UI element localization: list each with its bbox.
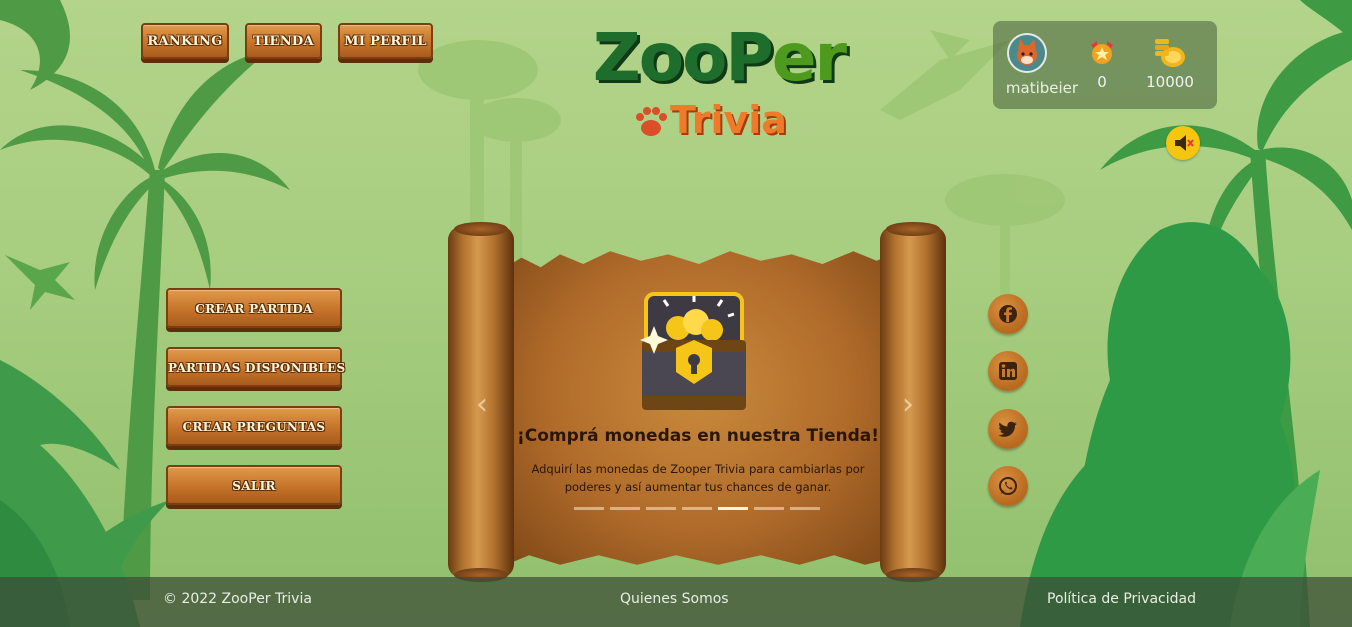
- mi-perfil-button[interactable]: MI PERFIL: [338, 23, 433, 59]
- fox-avatar-icon: [1017, 39, 1037, 65]
- salir-button[interactable]: SALIR: [166, 465, 342, 505]
- whatsapp-icon: [999, 477, 1017, 495]
- logo-title: ZooPer: [578, 18, 860, 98]
- treasure-chest-icon: [640, 292, 746, 410]
- indicator-6[interactable]: [754, 507, 784, 510]
- ranking-button[interactable]: RANKING: [141, 23, 229, 59]
- footer: © 2022 ZooPer Trivia Quienes Somos Polít…: [0, 577, 1352, 627]
- slide-title: ¡Comprá monedas en nuestra Tienda!: [516, 426, 880, 446]
- tienda-button[interactable]: TIENDA: [245, 23, 322, 59]
- crear-partida-button[interactable]: CREAR PARTIDA: [166, 288, 342, 328]
- avatar[interactable]: [1007, 33, 1047, 73]
- user-panel: matibeier 0 10000: [993, 21, 1217, 109]
- speaker-muted-icon: [1175, 135, 1194, 151]
- crear-preguntas-button[interactable]: CREAR PREGUNTAS: [166, 406, 342, 446]
- logo-subtitle: Trivia: [670, 98, 787, 142]
- paw-icon: [636, 107, 667, 136]
- indicator-2[interactable]: [610, 507, 640, 510]
- indicator-5[interactable]: [718, 507, 748, 510]
- linkedin-button[interactable]: [988, 351, 1028, 391]
- trophy-count: 0: [1097, 73, 1107, 91]
- coin-count: 10000: [1146, 73, 1194, 91]
- logo-title-part2: er: [771, 19, 847, 96]
- whatsapp-button[interactable]: [988, 466, 1028, 506]
- twitter-button[interactable]: [988, 409, 1028, 449]
- quienes-somos-link[interactable]: Quienes Somos: [620, 591, 729, 607]
- carousel-next-arrow[interactable]: ›: [902, 390, 922, 420]
- partidas-disponibles-button[interactable]: PARTIDAS DISPONIBLES: [166, 347, 345, 387]
- zooper-trivia-logo: ZooPer Trivia: [578, 18, 860, 142]
- scroll-carousel: ‹ › ¡Comprá monedas en nuestra Tienda! A…: [448, 222, 948, 582]
- username: matibeier: [1005, 79, 1079, 97]
- linkedin-icon: [999, 362, 1017, 380]
- sound-toggle-button[interactable]: [1166, 126, 1200, 160]
- indicator-3[interactable]: [646, 507, 676, 510]
- slide-description: Adquirí las monedas de Zooper Trivia par…: [531, 462, 865, 494]
- facebook-button[interactable]: [988, 294, 1028, 334]
- footer-copyright: © 2022 ZooPer Trivia: [163, 591, 312, 607]
- coins-icon: [1155, 39, 1185, 67]
- indicator-7[interactable]: [790, 507, 820, 510]
- twitter-icon: [998, 421, 1017, 437]
- indicator-4[interactable]: [682, 507, 712, 510]
- logo-title-part1: ZooP: [592, 19, 774, 96]
- trophy-medal-icon: [1091, 41, 1113, 64]
- carousel-prev-arrow[interactable]: ‹: [476, 390, 496, 420]
- facebook-icon: [999, 305, 1017, 323]
- privacy-policy-link[interactable]: Política de Privacidad: [1047, 591, 1196, 607]
- indicator-1[interactable]: [574, 507, 604, 510]
